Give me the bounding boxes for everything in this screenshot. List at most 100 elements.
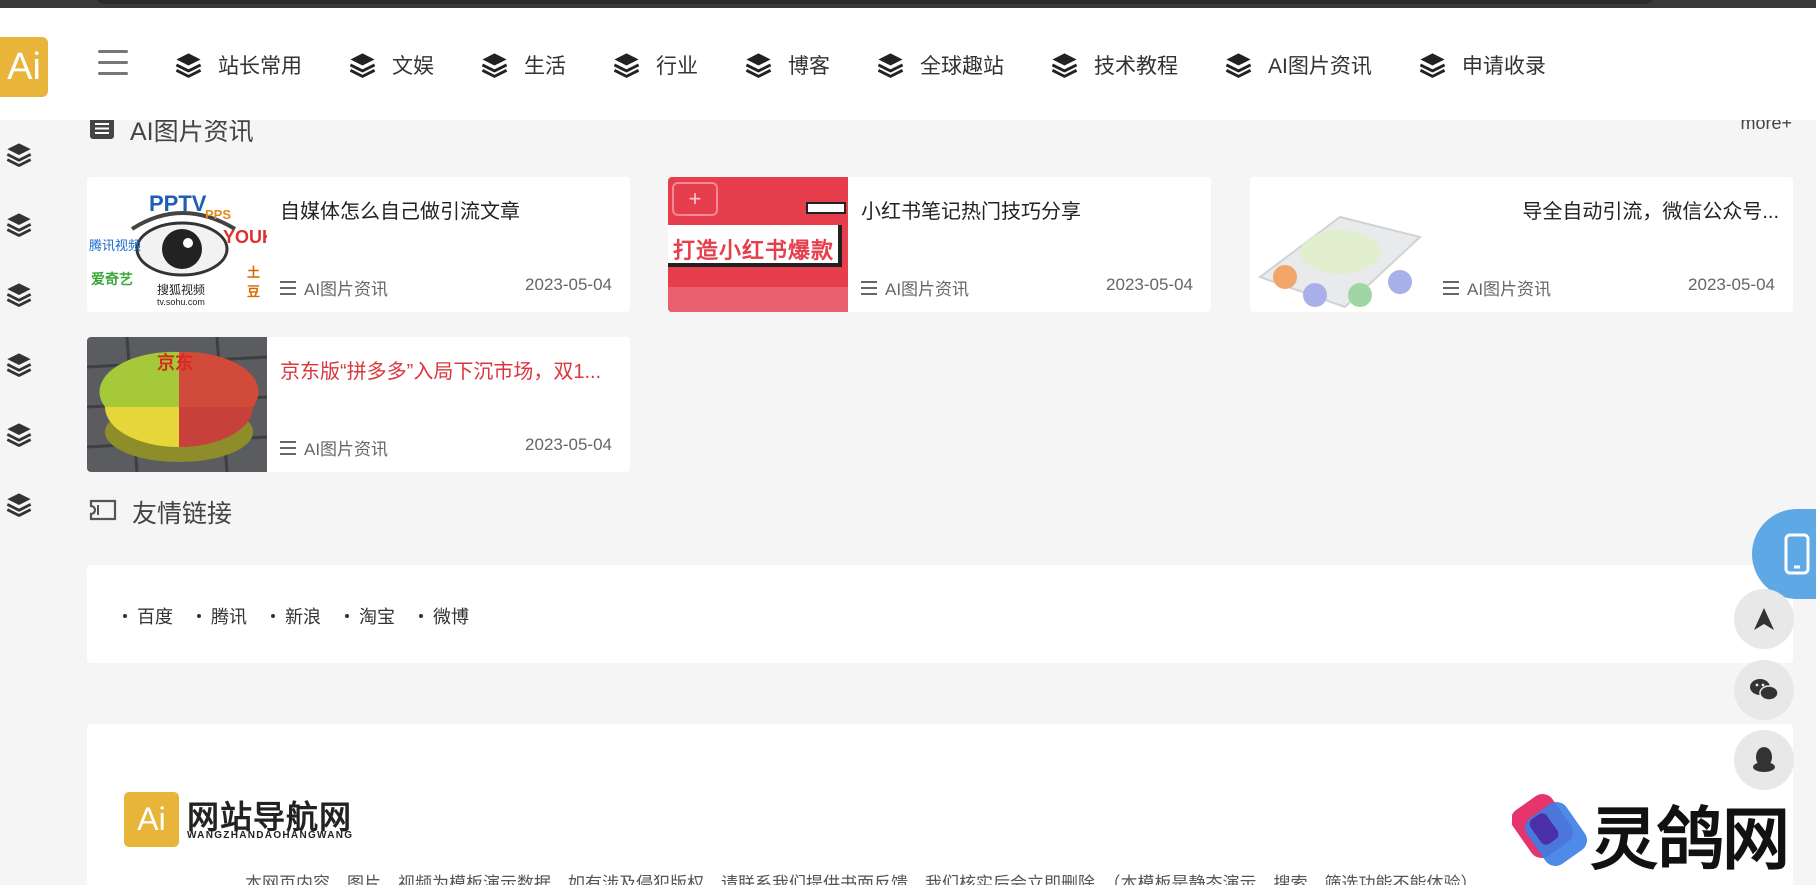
list-icon — [1443, 280, 1459, 295]
thumb-footer-band — [668, 287, 848, 312]
logo-youku: YOUKU — [223, 227, 267, 247]
browser-top-strip — [0, 0, 1816, 8]
sidebar-layers-icon[interactable] — [5, 141, 33, 169]
list-icon — [280, 280, 296, 295]
arrow-up-icon — [1754, 608, 1774, 630]
watermark: 灵鸽网 — [1512, 784, 1802, 880]
article-date: 2023-05-04 — [525, 435, 612, 454]
jd-logo-text: 京东 — [157, 353, 193, 373]
wechat-icon — [1750, 679, 1779, 701]
nav-label: 文娱 — [392, 55, 434, 78]
article-category[interactable]: AI图片资讯 — [280, 435, 388, 460]
banner-text: 打造小红书爆款 — [673, 238, 835, 263]
back-to-top-button[interactable] — [1734, 589, 1794, 649]
ticket-icon — [88, 497, 118, 528]
layers-icon — [480, 51, 509, 80]
category-label: AI图片资讯 — [885, 280, 970, 299]
layers-icon — [1418, 51, 1447, 80]
logo-tudou: 土豆 — [247, 265, 261, 299]
sidebar-layers-icon[interactable] — [5, 421, 33, 449]
friend-link[interactable]: 新浪 — [271, 603, 321, 629]
nav-item-jishu[interactable]: 技术教程 — [1050, 50, 1178, 80]
nav-item-apply[interactable]: 申请收录 — [1418, 50, 1546, 80]
sohu-url: tv.sohu.com — [157, 297, 205, 307]
watermark-logo-icon — [1512, 794, 1588, 866]
friend-link[interactable]: 微博 — [419, 603, 469, 629]
layers-icon — [1224, 51, 1253, 80]
layers-icon — [612, 51, 641, 80]
watermark-text: 灵鸽网 — [1590, 801, 1790, 880]
list-icon — [861, 280, 877, 295]
layers-icon — [1050, 51, 1079, 80]
sidebar-layers-icon[interactable] — [5, 491, 33, 519]
article-title[interactable]: 导全自动引流，微信公众号... — [1443, 195, 1779, 224]
nav-label: 技术教程 — [1094, 55, 1178, 78]
article-date: 2023-05-04 — [525, 275, 612, 294]
logo-pps: PPS — [205, 207, 232, 222]
article-thumbnail: + 打造小红书爆款 — [668, 177, 848, 312]
logo-iqiyi: 爱奇艺 — [91, 271, 133, 287]
logo-tencent-video: 腾讯视频 — [89, 238, 142, 253]
browser-url-bar — [95, 0, 1655, 4]
plus-icon: + — [672, 182, 718, 216]
article-card[interactable]: + 打造小红书爆款 小红书笔记热门技巧分享 AI图片资讯 2023-05-04 — [668, 177, 1211, 312]
hamburger-menu-icon[interactable] — [98, 50, 128, 76]
footer-disclaimer: 本网页内容、图片、视频为模板演示数据，如有涉及侵犯版权，请联系我们提供书面反馈，… — [245, 874, 1478, 885]
wechat-button[interactable] — [1734, 660, 1794, 720]
nav-label: 申请收录 — [1461, 55, 1546, 78]
article-title[interactable]: 小红书笔记热门技巧分享 — [861, 195, 1197, 224]
article-date: 2023-05-04 — [1106, 275, 1193, 294]
qq-penguin-icon — [1753, 747, 1775, 772]
layers-icon — [744, 51, 773, 80]
site-logo[interactable]: Ai — [0, 37, 48, 97]
nav-label: 全球趣站 — [920, 55, 1004, 78]
article-title[interactable]: 京东版“拼多多”入局下沉市场，双1... — [280, 355, 616, 384]
sidebar-layers-icon[interactable] — [5, 281, 33, 309]
phone-icon — [1784, 533, 1810, 575]
friend-links-list: 百度 腾讯 新浪 淘宝 微博 — [123, 603, 493, 629]
left-sidebar — [0, 120, 60, 885]
sidebar-layers-icon[interactable] — [5, 351, 33, 379]
nav-item-wenyu[interactable]: 文娱 — [348, 50, 434, 80]
qq-button[interactable] — [1734, 730, 1794, 790]
article-card[interactable]: 导全自动引流，微信公众号... AI图片资讯 2023-05-04 — [1250, 177, 1793, 312]
article-date: 2023-05-04 — [1688, 275, 1775, 294]
friend-link[interactable]: 腾讯 — [197, 603, 247, 629]
nav-item-zhanzhang[interactable]: 站长常用 — [174, 50, 302, 80]
list-icon — [280, 440, 296, 455]
header-overlay-container: Ai 站长常用 文娱 生活 行业 博客 全球趣站 技术教程 AI图片资讯 申请收… — [0, 8, 1816, 120]
main-nav-overlay: 站长常用 文娱 生活 行业 博客 全球趣站 技术教程 AI图片资讯 申请收录 — [174, 48, 1592, 82]
nav-label: AI图片资讯 — [1268, 55, 1372, 78]
layers-icon — [876, 51, 905, 80]
friend-links-box: 百度 腾讯 新浪 淘宝 微博 — [87, 565, 1793, 663]
nav-label: 行业 — [656, 55, 698, 78]
nav-item-shenghuo[interactable]: 生活 — [480, 50, 566, 80]
thumb-bar-shape — [806, 202, 846, 214]
friend-link[interactable]: 百度 — [123, 603, 173, 629]
category-label: AI图片资讯 — [1467, 280, 1552, 299]
article-category[interactable]: AI图片资讯 — [1443, 275, 1551, 300]
nav-label: 博客 — [788, 55, 830, 78]
sidebar-layers-icon[interactable] — [5, 211, 33, 239]
friend-link[interactable]: 淘宝 — [345, 603, 395, 629]
section-title: 友情链接 — [132, 500, 233, 528]
article-card[interactable]: 京东 京东版“拼多多”入局下沉市场，双1... AI图片资讯 2023-05-0… — [87, 337, 630, 472]
article-thumbnail: 京东 — [87, 337, 267, 472]
article-category[interactable]: AI图片资讯 — [861, 275, 969, 300]
nav-item-hangye[interactable]: 行业 — [612, 50, 698, 80]
layers-icon — [174, 51, 203, 80]
nav-item-boke[interactable]: 博客 — [744, 50, 830, 80]
article-category[interactable]: AI图片资讯 — [280, 275, 388, 300]
category-label: AI图片资讯 — [304, 440, 389, 459]
nav-label: 站长常用 — [218, 55, 302, 78]
footer-brand-pinyin: WANGZHANDAOHANGWANG — [187, 830, 354, 841]
layers-icon — [348, 51, 377, 80]
links-section-header: 友情链接 — [88, 494, 232, 530]
article-thumbnail — [1250, 177, 1430, 312]
category-label: AI图片资讯 — [304, 280, 389, 299]
footer-logo[interactable]: Ai — [124, 792, 179, 847]
nav-item-quanqiu[interactable]: 全球趣站 — [876, 50, 1004, 80]
article-title[interactable]: 自媒体怎么自己做引流文章 — [280, 195, 616, 224]
article-card[interactable]: PPTV PPS YOUKU 腾讯视频 爱奇艺 搜狐视频 tv.sohu.com… — [87, 177, 630, 312]
nav-item-ai-images[interactable]: AI图片资讯 — [1224, 50, 1372, 80]
